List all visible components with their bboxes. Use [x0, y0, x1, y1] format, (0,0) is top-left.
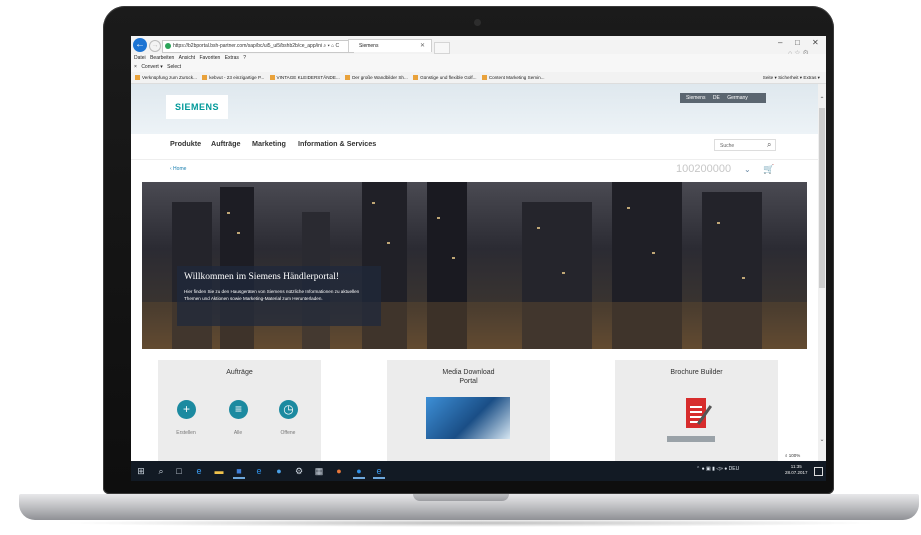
card-title: Media Download Portal: [442, 369, 495, 385]
tablet-hand-image: [426, 397, 510, 439]
settings-icon[interactable]: ⚙: [293, 465, 305, 477]
convert-button[interactable]: Convert: [141, 64, 159, 70]
hero-text: Hier finden Sie zu den Hausgeräten von S…: [184, 289, 360, 301]
hero-title: Willkommen im Siemens Händlerportal!: [184, 272, 340, 282]
favorite-item[interactable]: Der große Wandbilder Sh...: [345, 72, 408, 83]
scroll-thumb[interactable]: [819, 108, 825, 288]
favorites-bar: Verknüpfung zum Zurück... kebvut - 23 ei…: [131, 72, 826, 84]
menu-datei[interactable]: Datei: [134, 55, 146, 61]
favorite-item[interactable]: Content Marketing Semin...: [481, 72, 544, 83]
country-selector[interactable]: Siemens DE Germany: [680, 93, 766, 103]
back-button[interactable]: ←: [133, 38, 147, 52]
breadcrumb-home[interactable]: ‹ Home: [170, 166, 186, 172]
favorite-item[interactable]: VINTAGE KLEIDERSTÄNDE...: [269, 72, 340, 83]
document-tag: [667, 436, 715, 442]
vertical-scrollbar[interactable]: ⌃ ⌄: [818, 84, 826, 462]
country-language: Germany: [727, 95, 748, 101]
chevron-up-icon[interactable]: ⌃: [818, 96, 826, 103]
country-brand: Siemens: [686, 95, 706, 101]
address-url: https://b2bportal.bsh-partner.com/sap/bc…: [173, 43, 322, 49]
card-title: Aufträge: [226, 369, 253, 376]
select-button[interactable]: Select: [167, 64, 181, 70]
address-bar[interactable]: https://b2bportal.bsh-partner.com/sap/bc…: [162, 40, 354, 53]
card-title: Brochure Builder: [670, 369, 723, 376]
explorer-icon[interactable]: ▬: [213, 465, 225, 477]
tab-title: Siemens: [359, 43, 379, 49]
search-icon[interactable]: ⌕: [155, 465, 167, 477]
start-icon[interactable]: ⊞: [135, 465, 147, 477]
menu-favoriten[interactable]: Favoriten: [199, 55, 220, 61]
forward-button[interactable]: →: [149, 40, 161, 52]
nav-marketing[interactable]: Marketing: [252, 139, 286, 148]
edge-icon[interactable]: e: [193, 465, 205, 477]
task-view-icon[interactable]: □: [173, 465, 185, 477]
webcam: [474, 19, 481, 26]
menu-bar: Datei Bearbeiten Ansicht Favoriten Extra…: [131, 54, 826, 63]
address-controls[interactable]: ⌕ ▾ ⌂ C: [323, 43, 339, 49]
calculator-icon[interactable]: ▦: [313, 465, 325, 477]
breadcrumb-row: ‹ Home 100200000 ⌄ 🛒: [131, 160, 818, 180]
nav-auftraege[interactable]: Aufträge: [211, 139, 241, 148]
hero-banner: Willkommen im Siemens Händlerportal! Hie…: [142, 182, 807, 349]
outlook-icon[interactable]: ■: [233, 465, 245, 479]
action-label-erstellen[interactable]: Erstellen: [166, 430, 206, 436]
clock-date: 28.07.2017: [785, 470, 808, 475]
clock-icon[interactable]: ◷: [279, 400, 298, 419]
convert-close-icon[interactable]: ×: [134, 64, 137, 70]
command-bar: Seite ▾ Sicherheit ▾ Extras ▾: [763, 72, 820, 83]
web-page: Siemens DE Germany SIEMENS Produkte Auft…: [131, 84, 818, 462]
minimize-button[interactable]: –: [778, 38, 782, 47]
security-menu[interactable]: Sicherheit ▾: [778, 75, 802, 80]
card-media-download[interactable]: Media Download Portal: [387, 360, 550, 462]
site-header: [131, 84, 818, 134]
windows-taskbar: ⊞ ⌕ □ e ▬ ■ e ● ⚙ ▦ ● ● e ⌃ ● ▣ ▮ ◁» ● D…: [131, 461, 826, 481]
search-icon[interactable]: ⌕: [767, 140, 771, 150]
browser-titlebar: ← → https://b2bportal.bsh-partner.com/sa…: [131, 36, 826, 54]
card-brochure-builder[interactable]: Brochure Builder: [615, 360, 778, 462]
tools-menu[interactable]: Extras ▾: [803, 75, 820, 80]
favorite-item[interactable]: kebvut - 23 einzigartige P...: [202, 72, 264, 83]
chrome-icon[interactable]: ●: [333, 465, 345, 477]
menu-extras[interactable]: Extras: [225, 55, 239, 61]
card-auftraege[interactable]: Aufträge + ≡ ◷ Erstellen Alle Offene: [158, 360, 321, 462]
nav-information-services[interactable]: Information & Services: [298, 139, 376, 148]
menu-ansicht[interactable]: Ansicht: [179, 55, 195, 61]
menu-help[interactable]: ?: [243, 55, 246, 61]
maximize-button[interactable]: □: [795, 38, 800, 47]
system-tray[interactable]: ⌃ ● ▣ ▮ ◁» ● DEU: [696, 466, 739, 472]
laptop-shadow: [60, 519, 880, 527]
internet-explorer-icon[interactable]: e: [373, 465, 385, 479]
close-button[interactable]: ✕: [812, 38, 819, 47]
clock[interactable]: 11:35 28.07.2017: [785, 464, 808, 476]
cart-icon[interactable]: 🛒: [763, 164, 774, 175]
internet-explorer-icon[interactable]: e: [253, 465, 265, 477]
plus-icon[interactable]: +: [177, 400, 196, 419]
site-favicon-icon: [165, 43, 171, 49]
country-code: DE: [712, 95, 720, 101]
tab-close-icon[interactable]: ✕: [420, 40, 425, 53]
page-menu[interactable]: Seite ▾: [763, 75, 777, 80]
notification-icon[interactable]: [814, 467, 823, 476]
favorite-item[interactable]: Günstige und flexible Golf...: [413, 72, 477, 83]
nav-produkte[interactable]: Produkte: [170, 139, 201, 148]
new-tab-button[interactable]: [434, 42, 450, 54]
zoom-level[interactable]: ⌕ 100%: [785, 453, 800, 458]
chevron-down-icon[interactable]: ⌄: [744, 165, 751, 174]
chevron-down-icon[interactable]: ⌄: [818, 436, 826, 443]
favorite-item[interactable]: Verknüpfung zum Zurück...: [135, 72, 197, 83]
app-icon[interactable]: ●: [273, 465, 285, 477]
action-label-offene[interactable]: Offene: [268, 430, 308, 436]
app-icon[interactable]: ●: [353, 465, 365, 479]
laptop-base-notch: [413, 494, 509, 501]
menu-bearbeiten[interactable]: Bearbeiten: [150, 55, 174, 61]
siemens-logo[interactable]: SIEMENS: [166, 95, 228, 119]
screen: ← → https://b2bportal.bsh-partner.com/sa…: [131, 36, 826, 481]
customer-number: 100200000: [676, 163, 732, 175]
action-label-alle[interactable]: Alle: [218, 430, 258, 436]
welcome-box: Willkommen im Siemens Händlerportal! Hie…: [177, 266, 381, 326]
convert-toolbar: × Convert ▾ Select: [131, 63, 826, 72]
list-icon[interactable]: ≡: [229, 400, 248, 419]
convert-dropdown-icon[interactable]: ▾: [160, 64, 163, 70]
browser-tab[interactable]: Siemens ✕: [348, 39, 432, 52]
